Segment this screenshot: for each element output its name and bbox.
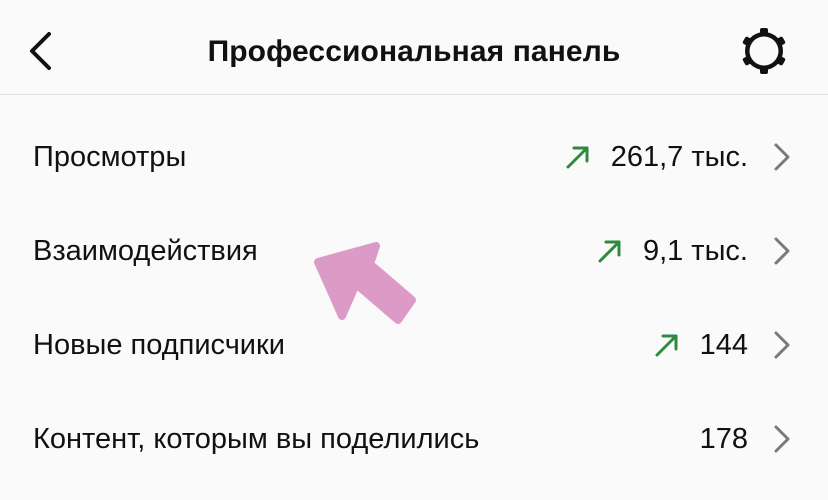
chevron-right-icon: [772, 424, 792, 454]
list-item-shared-content[interactable]: Контент, которым вы поделились 178: [0, 392, 828, 486]
list-item-interactions[interactable]: Взаимодействия 9,1 тыс.: [0, 204, 828, 298]
trend-up-icon: [654, 332, 680, 358]
chevron-right-icon: [772, 330, 792, 360]
row-value: 261,7 тыс.: [610, 140, 748, 173]
gear-icon: [742, 28, 786, 74]
row-label: Новые подписчики: [33, 329, 285, 361]
row-label: Просмотры: [33, 141, 187, 173]
settings-button[interactable]: [736, 26, 792, 76]
chevron-right-icon: [772, 236, 792, 266]
chevron-right-icon: [772, 142, 792, 172]
row-label: Взаимодействия: [33, 235, 258, 267]
page-title: Профессиональная панель: [207, 35, 621, 68]
trend-up-icon: [565, 144, 591, 170]
row-value: 9,1 тыс.: [642, 234, 748, 267]
row-value: 144: [699, 328, 748, 361]
list-item-views[interactable]: Просмотры 261,7 тыс.: [0, 110, 828, 204]
header-bar: Профессиональная панель: [0, 0, 828, 95]
list-item-new-followers[interactable]: Новые подписчики 144: [0, 298, 828, 392]
row-label: Контент, которым вы поделились: [33, 423, 480, 455]
trend-up-icon: [597, 238, 623, 264]
row-value: 178: [699, 422, 748, 455]
